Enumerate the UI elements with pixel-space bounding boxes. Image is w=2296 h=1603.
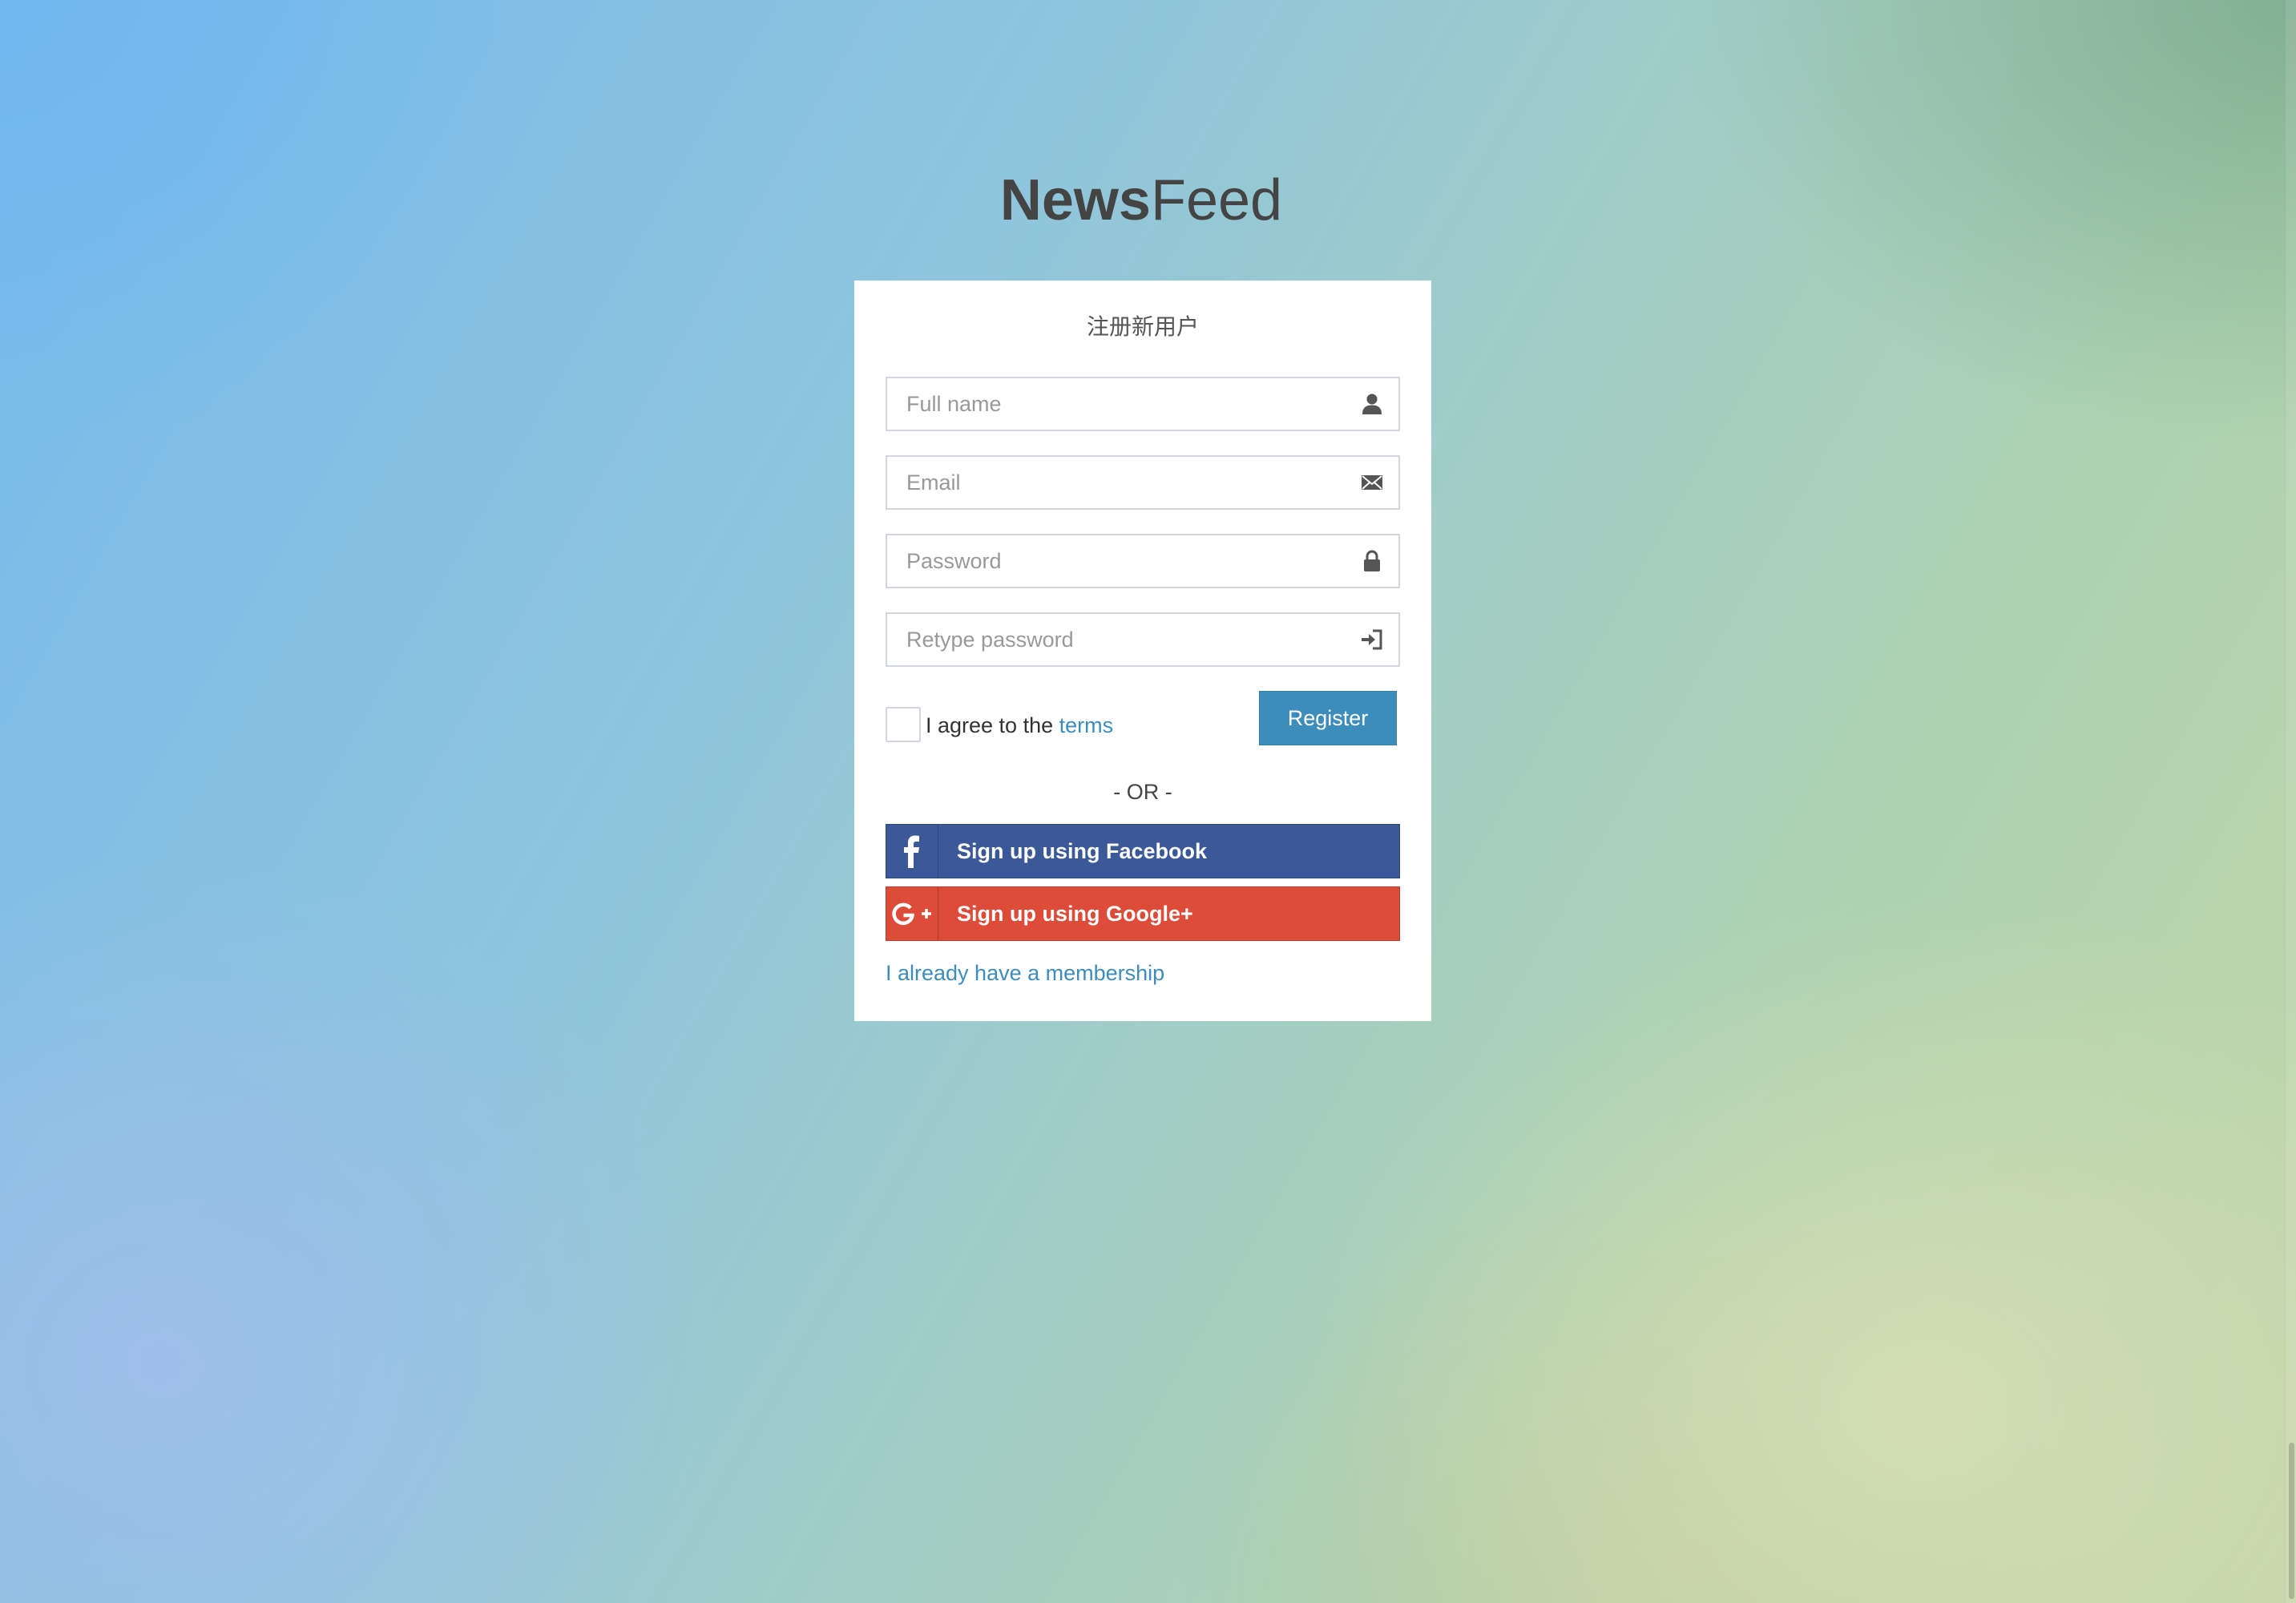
terms-checkbox[interactable]	[886, 707, 921, 742]
register-button[interactable]: Register	[1259, 691, 1397, 745]
google-signup-label: Sign up using Google+	[957, 902, 1193, 926]
page-scrollbar[interactable]	[2285, 0, 2296, 1603]
terms-link[interactable]: terms	[1059, 713, 1114, 737]
app-logo[interactable]: NewsFeed	[0, 164, 2282, 236]
password-input[interactable]	[906, 535, 1355, 587]
full-name-field[interactable]	[886, 377, 1400, 431]
email-input[interactable]	[906, 457, 1355, 508]
terms-label-prefix: I agree to the	[926, 713, 1059, 737]
lock-icon	[1364, 550, 1380, 571]
logo-bold-text: News	[999, 168, 1151, 232]
logo-light-text: Feed	[1150, 168, 1283, 232]
scrollbar-thumb[interactable]	[2289, 1443, 2294, 1599]
retype-password-field[interactable]	[886, 612, 1400, 667]
or-separator: - OR -	[1113, 780, 1172, 804]
form-title: 注册新用户	[1086, 314, 1199, 339]
register-box: 注册新用户 I agree to the t	[854, 281, 1431, 1021]
login-link[interactable]: I already have a membership	[886, 957, 1164, 989]
email-field[interactable]	[886, 455, 1400, 510]
log-in-icon	[1362, 629, 1382, 650]
google-signup-button[interactable]: Sign up using Google+	[886, 886, 1400, 941]
password-field[interactable]	[886, 534, 1400, 588]
envelope-icon	[1362, 475, 1382, 490]
terms-label: I agree to the terms	[926, 712, 1113, 739]
full-name-input[interactable]	[906, 378, 1355, 430]
google-plus-icon	[886, 887, 938, 940]
facebook-icon	[886, 825, 938, 878]
facebook-signup-button[interactable]: Sign up using Facebook	[886, 824, 1400, 878]
facebook-signup-label: Sign up using Facebook	[957, 839, 1208, 863]
retype-password-input[interactable]	[906, 614, 1355, 665]
user-icon	[1362, 394, 1382, 414]
